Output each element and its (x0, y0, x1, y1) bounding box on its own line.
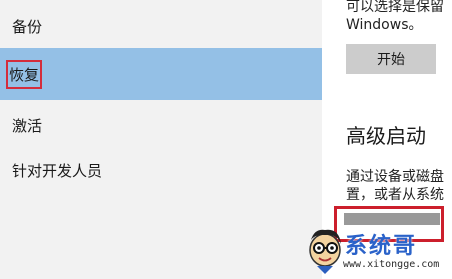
watermark-brand: 系统哥 (345, 234, 418, 259)
advanced-startup-title: 高级启动 (346, 124, 426, 148)
settings-sidebar: 备份 恢复 激活 针对开发人员 (0, 0, 322, 279)
sidebar-item-label: 备份 (12, 17, 43, 36)
sidebar-item-label: 恢复 (6, 59, 43, 89)
sidebar-item-recovery[interactable]: 恢复 (0, 48, 322, 100)
advanced-startup-description: 通过设备或磁盘 (346, 169, 444, 185)
watermark-url: www.xitongge.com (343, 259, 440, 270)
sidebar-item-label: 针对开发人员 (12, 161, 103, 180)
reset-description-line2: Windows。 (346, 17, 423, 33)
start-button[interactable]: 开始 (346, 44, 436, 74)
advanced-startup-description-line2: 置，或者从系统 (346, 187, 444, 203)
sidebar-item-label: 激活 (12, 116, 43, 135)
mascot-icon (309, 229, 341, 274)
reset-description: 可以选择是保留 (346, 0, 444, 15)
sidebar-item-developers[interactable]: 针对开发人员 (0, 144, 322, 196)
watermark: 系统哥 www.xitongge.com (305, 222, 452, 279)
sidebar-item-backup[interactable]: 备份 (0, 0, 322, 52)
